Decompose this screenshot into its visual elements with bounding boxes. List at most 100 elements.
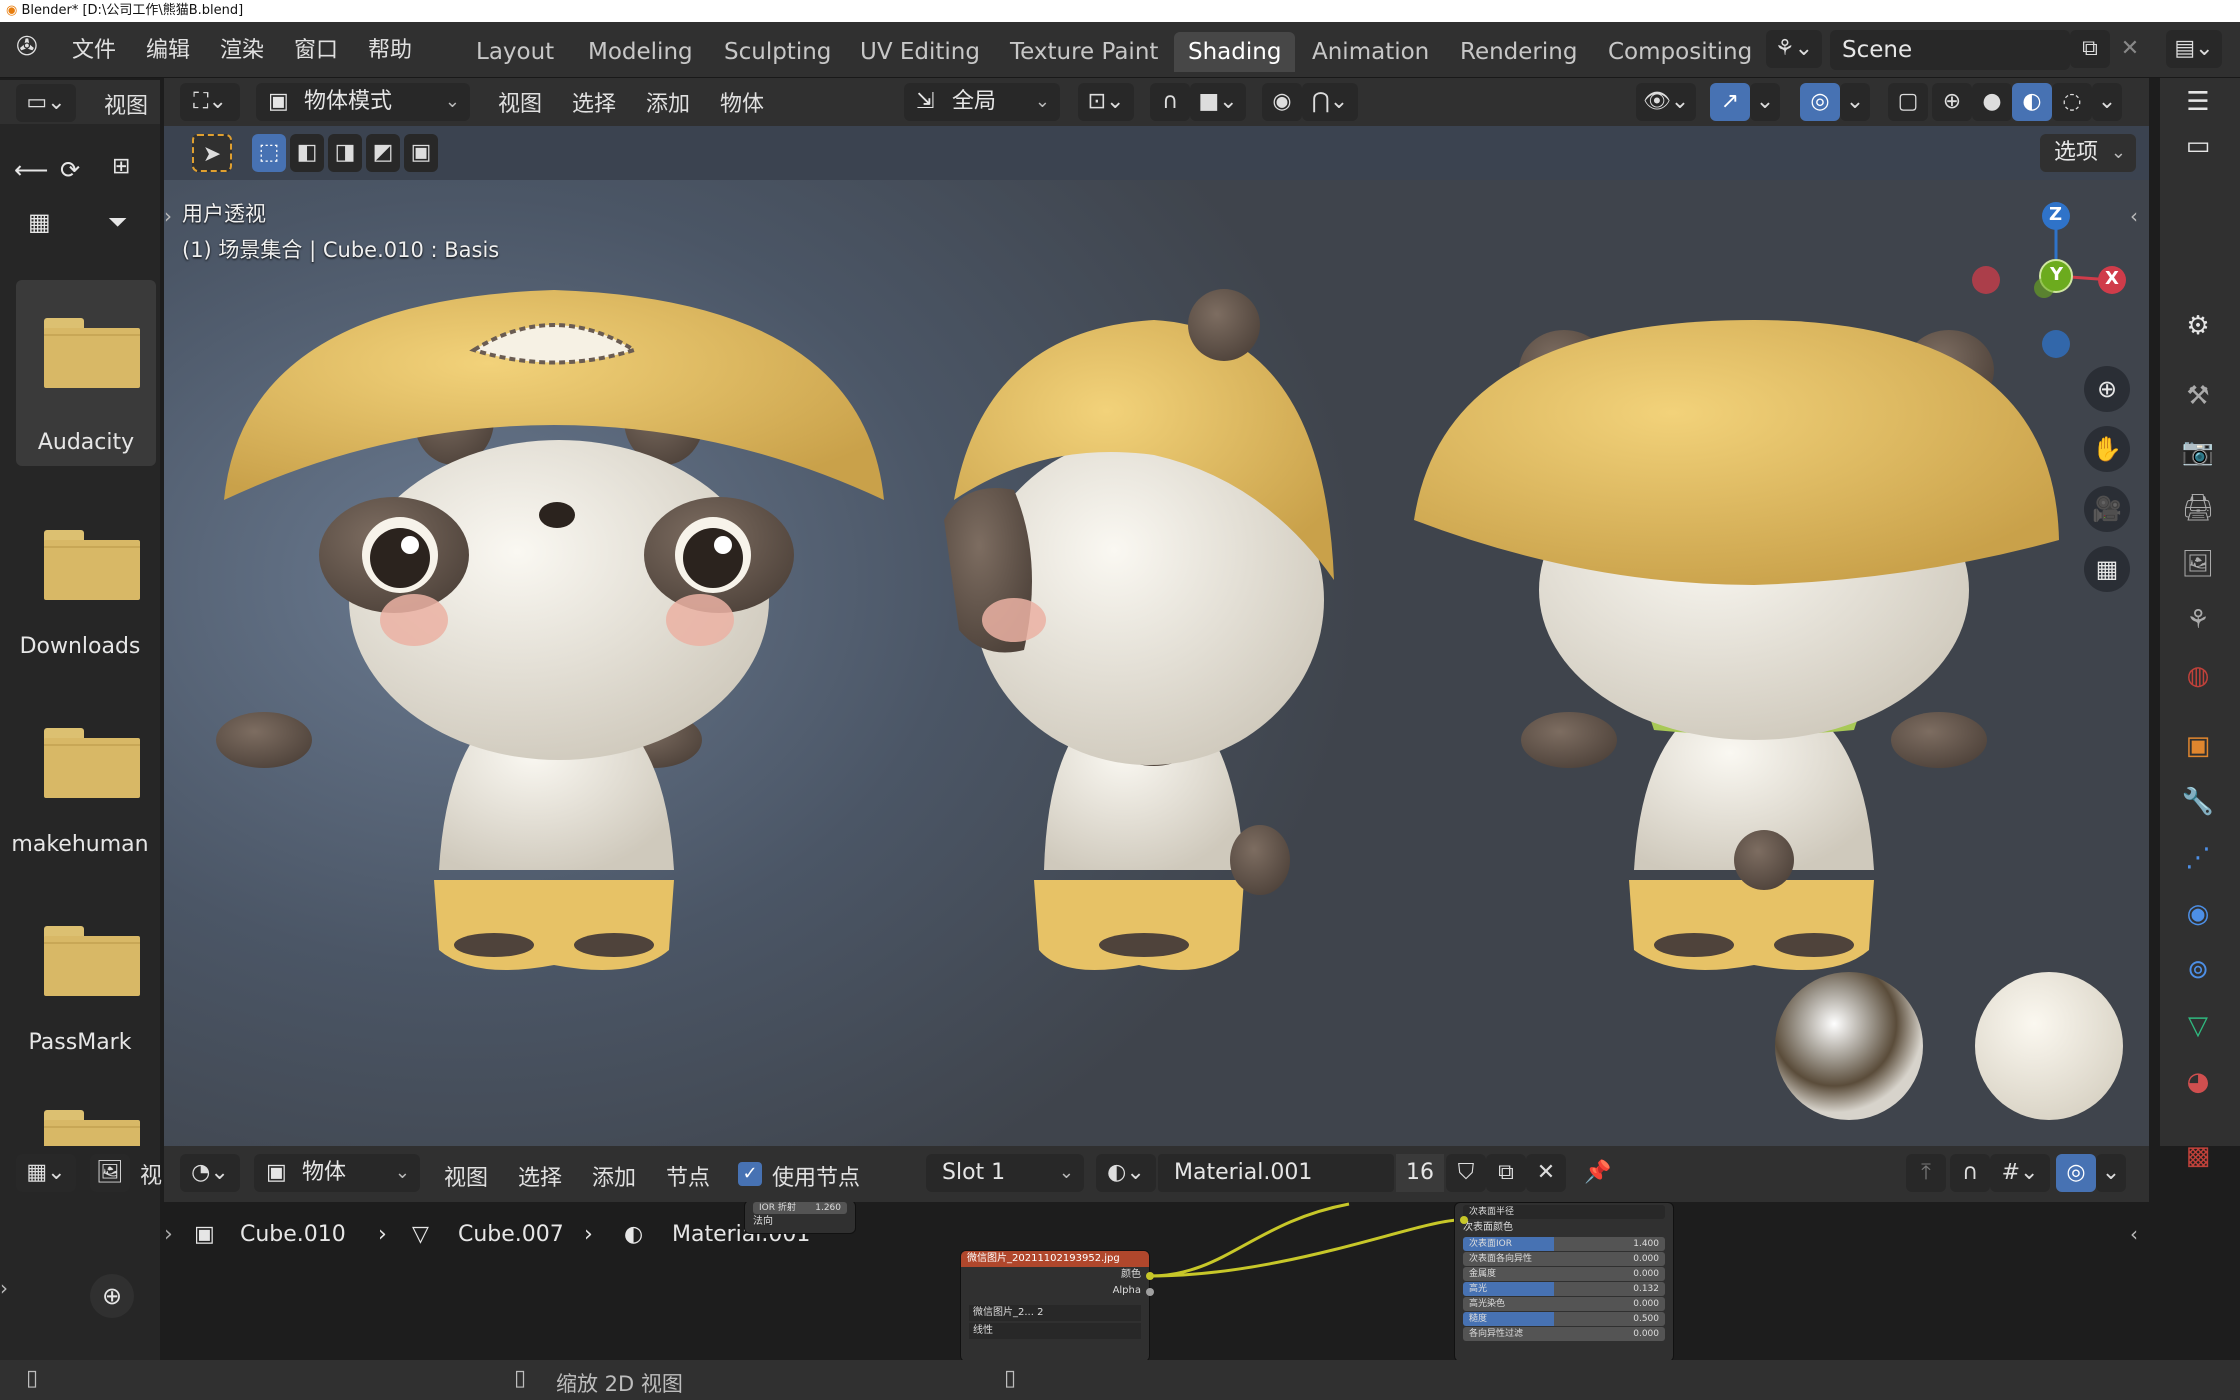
node-menu-node[interactable]: 节点 [666, 1160, 710, 1192]
3d-viewport[interactable]: 用户透视 (1) 场景集合 | Cube.010 : Basis Z X Y ⊕… [164, 180, 2149, 1146]
color-output-socket[interactable] [1146, 1272, 1154, 1280]
menu-file[interactable]: 文件 [72, 32, 116, 64]
world-icon[interactable]: ◍ [2180, 658, 2216, 694]
material-preview-icon[interactable]: ◐ [2012, 83, 2052, 121]
gizmo-y-label[interactable]: Y [2050, 264, 2063, 285]
gizmo-z-label[interactable]: Z [2049, 204, 2062, 225]
sidebar-toggle-icon[interactable]: ‹ [2130, 204, 2138, 228]
scene-icon[interactable]: ⚘ [2180, 602, 2216, 638]
options-dropdown[interactable]: 选项 ⌄ [2040, 134, 2136, 172]
tab-rendering[interactable]: Rendering [1446, 32, 1591, 72]
image-icon[interactable]: 🖼 [90, 1154, 130, 1192]
snap-target-icon[interactable]: ■⌄ [1190, 83, 1246, 121]
select-extend-icon[interactable]: ◧ [290, 134, 324, 172]
folder-item-makehuman[interactable]: makehuman [0, 698, 160, 878]
file-browser-view-menu[interactable]: 视图 [104, 88, 148, 120]
proportional-edit-icon[interactable]: ◉ [1262, 83, 1302, 121]
outliner-icon[interactable]: ☰ [2180, 84, 2216, 120]
unlink-material-icon[interactable]: ✕ [1526, 1154, 1566, 1192]
image-texture-node[interactable]: 微信图片_20211102193952.jpg 颜色 Alpha 微信图片_2.… [960, 1250, 1150, 1360]
back-icon[interactable]: ⟵ [14, 156, 48, 184]
menu-render[interactable]: 渲染 [220, 32, 264, 64]
viewport-menu-select[interactable]: 选择 [572, 86, 616, 118]
bsdf-slider[interactable]: 高光 0.132 [1463, 1282, 1665, 1296]
visibility-icon[interactable]: 👁⌄ [1636, 83, 1696, 121]
output-icon[interactable]: 🖨 [2180, 490, 2216, 526]
texture-icon[interactable]: ▩ [2180, 1138, 2216, 1174]
folder-item-partial[interactable] [44, 1110, 140, 1146]
editor-type-3d-icon[interactable]: ⛶⌄ [180, 83, 240, 121]
editor-type-icon[interactable]: ▭⌄ [16, 84, 76, 122]
snap-icon[interactable]: ∩ [1150, 83, 1190, 121]
pivot-icon[interactable]: ⊡⌄ [1078, 83, 1134, 121]
interpolation-dropdown[interactable]: 线性 [969, 1323, 1141, 1339]
bsdf-slider[interactable]: 糙度 0.500 [1463, 1312, 1665, 1326]
snap-grid-icon[interactable]: #⌄ [1990, 1154, 2050, 1192]
scene-name-field[interactable]: Scene [1830, 30, 2070, 70]
tab-shading[interactable]: Shading [1174, 32, 1296, 72]
image-select-row[interactable]: 微信图片_2... 2 [969, 1305, 1141, 1321]
object-data-icon[interactable]: ▽ [2180, 1008, 2216, 1044]
tool-icon[interactable]: ⚒ [2180, 378, 2216, 414]
tab-compositing[interactable]: Compositing [1594, 32, 1766, 72]
refresh-icon[interactable]: ⟳ [60, 156, 80, 184]
physics-icon[interactable]: ◉ [2180, 896, 2216, 932]
render-icon[interactable]: 📷 [2180, 434, 2216, 470]
mode-dropdown[interactable]: ▣ 物体模式 ⌄ [256, 83, 470, 121]
tab-sculpting[interactable]: Sculpting [710, 32, 845, 72]
image-editor-view-menu[interactable]: 视 [140, 1158, 162, 1190]
camera-view-icon[interactable]: 🎥 [2084, 486, 2130, 532]
bsdf-slider[interactable]: 次表面IOR 1.400 [1463, 1237, 1665, 1251]
node-sidebar-toggle-icon[interactable]: ‹ [2130, 1222, 2138, 1246]
principled-bsdf-node[interactable]: 次表面半径 次表面颜色 次表面IOR 1.400 次表面各向异性 0.000 金属度… [1454, 1202, 1674, 1360]
select-subtract-icon[interactable]: ◨ [328, 134, 362, 172]
material-icon[interactable]: ◕ [2180, 1064, 2216, 1100]
delete-scene-icon[interactable]: ✕ [2110, 30, 2150, 68]
rendered-shading-icon[interactable]: ◌ [2052, 83, 2092, 121]
use-nodes-checkbox[interactable]: ✓ [738, 1162, 762, 1186]
blender-menu-icon[interactable]: ✇ [16, 32, 38, 62]
viewport-menu-object[interactable]: 物体 [720, 86, 764, 118]
duplicate-material-icon[interactable]: ⧉ [1486, 1154, 1526, 1192]
node-snap-icon[interactable]: ∩ [1950, 1154, 1990, 1192]
pan-hand-icon[interactable]: ✋ [2084, 426, 2130, 472]
material-name-field[interactable]: Material.001 [1158, 1154, 1394, 1192]
new-scene-icon[interactable]: ⧉ [2070, 30, 2110, 68]
subsurface-color-socket[interactable] [1460, 1216, 1468, 1224]
wireframe-shading-icon[interactable]: ⊕ [1932, 83, 1972, 121]
folder-item-passmark[interactable]: PassMark [0, 896, 160, 1076]
tab-layout[interactable]: Layout [462, 32, 568, 72]
pin-icon[interactable]: 📌 [1578, 1154, 1618, 1192]
viewport-menu-add[interactable]: 添加 [646, 86, 690, 118]
gizmo-x-label[interactable]: X [2105, 268, 2119, 289]
zoom-2d-icon[interactable]: ⊕ [90, 1274, 134, 1318]
view-layer-icon[interactable]: ▤⌄ [2166, 30, 2222, 68]
material-browse-icon[interactable]: ◐⌄ [1096, 1154, 1156, 1192]
properties-editor-icon[interactable]: ⚙ [2180, 308, 2216, 344]
slot-dropdown[interactable]: Slot 1 ⌄ [926, 1154, 1084, 1192]
menu-window[interactable]: 窗口 [294, 32, 338, 64]
constraints-icon[interactable]: ⊚ [2180, 952, 2216, 988]
view-layer-icon[interactable]: 🖼 [2180, 546, 2216, 582]
modifier-icon[interactable]: 🔧 [2180, 784, 2216, 820]
object-icon[interactable]: ▣ [2180, 728, 2216, 764]
zoom-icon[interactable]: ⊕ [2084, 366, 2130, 412]
folder-item-audacity[interactable]: Audacity [16, 280, 156, 466]
gizmo-toggle-icon[interactable]: ↗ [1710, 83, 1750, 121]
perspective-toggle-icon[interactable]: ▦ [2084, 546, 2130, 592]
overlay-toggle-icon[interactable]: ◎ [1800, 83, 1840, 121]
solid-shading-icon[interactable]: ● [1972, 83, 2012, 121]
tab-uv-editing[interactable]: UV Editing [846, 32, 994, 72]
menu-edit[interactable]: 编辑 [146, 32, 190, 64]
select-invert-icon[interactable]: ◩ [366, 134, 400, 172]
bsdf-slider[interactable]: 各向异性过滤 0.000 [1463, 1327, 1665, 1341]
tab-modeling[interactable]: Modeling [574, 32, 707, 72]
xray-icon[interactable]: ▢ [1888, 83, 1928, 121]
alpha-output-socket[interactable] [1146, 1288, 1154, 1296]
shader-type-dropdown[interactable]: ▣ 物体 ⌄ [254, 1154, 420, 1192]
select-tool-icon[interactable]: ➤ [192, 134, 232, 172]
falloff-icon[interactable]: ⋂⌄ [1302, 83, 1358, 121]
material-users-count[interactable]: 16 [1396, 1154, 1444, 1192]
node-menu-view[interactable]: 视图 [444, 1160, 488, 1192]
editor-type-image-icon[interactable]: ▦⌄ [16, 1154, 76, 1192]
